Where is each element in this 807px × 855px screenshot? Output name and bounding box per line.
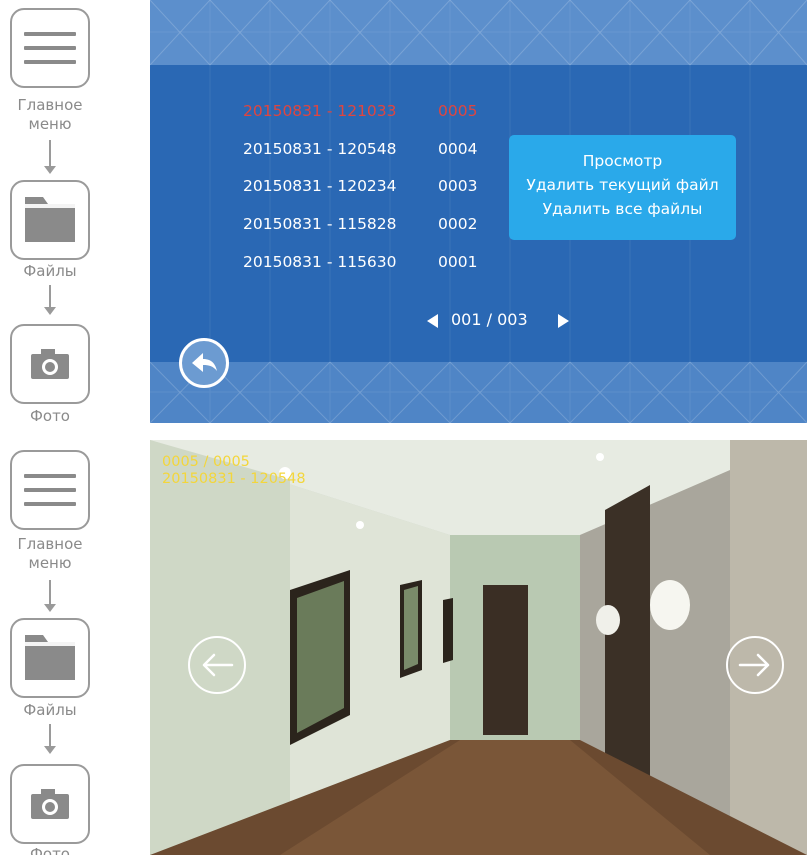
photo-filename: 20150831 - 120548 (162, 471, 306, 487)
file-name: 20150831 - 120548 (243, 140, 397, 158)
file-name: 20150831 - 121033 (243, 102, 397, 120)
files-label: Файлы (23, 701, 77, 719)
folder-icon (25, 635, 75, 680)
file-number: 0003 (438, 177, 478, 195)
files-button[interactable] (10, 180, 90, 260)
photo-viewer: 0005 / 0005 20150831 - 120548 (150, 440, 807, 855)
photo-label: Фото (29, 407, 70, 425)
file-number: 0004 (438, 140, 478, 158)
menu-item-view[interactable]: Просмотр (509, 149, 736, 173)
back-arrow-icon (192, 353, 217, 372)
photo-button[interactable] (10, 324, 90, 404)
photo-info: 0005 / 0005 20150831 - 120548 (162, 454, 306, 488)
photo-button[interactable] (10, 764, 90, 844)
arrow-left-icon (202, 653, 234, 677)
file-row[interactable]: 20150831 - 115828 0002 (243, 215, 477, 233)
file-row[interactable]: 20150831 - 120234 0003 (243, 177, 477, 195)
photo-image (150, 440, 807, 855)
back-button[interactable] (179, 338, 229, 388)
file-list-screen: 20150831 - 121033 0005 20150831 - 120548… (150, 0, 807, 423)
main-menu-button[interactable] (10, 8, 90, 88)
prev-photo-button[interactable] (188, 636, 246, 694)
main-menu-button[interactable] (10, 450, 90, 530)
camera-icon (31, 789, 69, 819)
arrow-right-icon (738, 653, 770, 677)
arrow-down-icon (44, 580, 56, 612)
next-photo-button[interactable] (726, 636, 784, 694)
file-name: 20150831 - 120234 (243, 177, 397, 195)
file-number: 0002 (438, 215, 478, 233)
arrow-down-icon (44, 285, 56, 315)
context-menu: Просмотр Удалить текущий файл Удалить вс… (509, 135, 736, 240)
main-menu-label: Главное меню (17, 535, 83, 572)
file-row[interactable]: 20150831 - 115630 0001 (243, 253, 477, 271)
folder-icon (25, 197, 75, 242)
menu-item-delete-current[interactable]: Удалить текущий файл (509, 173, 736, 197)
file-name: 20150831 - 115630 (243, 253, 397, 271)
photo-label: Фото (29, 845, 70, 855)
file-row[interactable]: 20150831 - 120548 0004 (243, 140, 477, 158)
arrow-down-icon (44, 140, 56, 174)
files-button[interactable] (10, 618, 90, 698)
camera-icon (31, 349, 69, 379)
arrow-down-icon (44, 724, 56, 754)
prev-page-icon[interactable] (427, 314, 438, 328)
file-number: 0001 (438, 253, 478, 271)
main-menu-label: Главное меню (17, 96, 83, 133)
file-number: 0005 (438, 102, 478, 120)
file-row[interactable]: 20150831 - 121033 0005 (243, 102, 477, 120)
page-indicator: 001 / 003 (451, 310, 528, 329)
menu-item-delete-all[interactable]: Удалить все файлы (509, 197, 736, 221)
file-name: 20150831 - 115828 (243, 215, 397, 233)
next-page-icon[interactable] (558, 314, 569, 328)
files-label: Файлы (23, 262, 77, 280)
photo-counter: 0005 / 0005 (162, 454, 250, 470)
